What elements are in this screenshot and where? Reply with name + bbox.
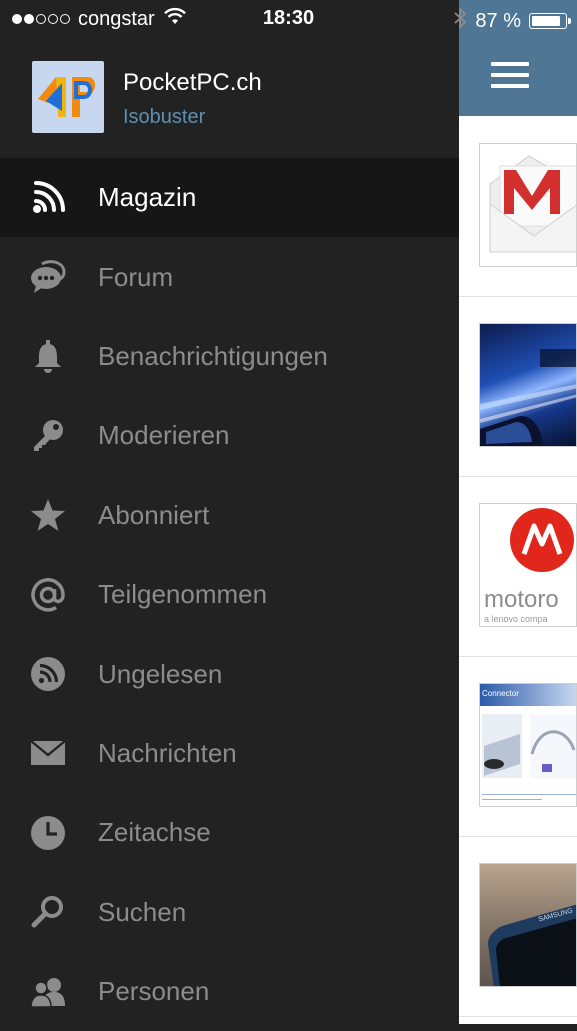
menu-item-label: Moderieren (98, 420, 230, 451)
site-logo (32, 61, 104, 133)
battery-percent: 87 % (475, 9, 521, 32)
article-item[interactable] (459, 296, 577, 477)
menu-item-ungelesen[interactable]: Ungelesen (0, 634, 459, 713)
menu-item-label: Personen (98, 976, 210, 1007)
status-bar: congstar 18:30 87 % (0, 0, 577, 40)
menu-item-label: Teilgenommen (98, 579, 268, 610)
menu-item-forum[interactable]: Forum (0, 237, 459, 316)
navigation-drawer: PocketPC.ch Isobuster Magazin Forum Bena… (0, 0, 459, 1024)
menu-item-label: Nachrichten (98, 737, 237, 768)
drawer-menu: Magazin Forum Benachrichtigungen Moderie… (0, 158, 459, 1031)
menu-item-label: Ungelesen (98, 658, 223, 689)
profile-header[interactable]: PocketPC.ch Isobuster (0, 40, 459, 158)
samsung-phone-thumbnail: SAMSUNG (479, 863, 577, 987)
star-icon (28, 495, 68, 535)
site-name: PocketPC.ch (123, 69, 262, 96)
clock-icon (28, 813, 68, 853)
menu-item-benachrichtigungen[interactable]: Benachrichtigungen (0, 317, 459, 396)
key-icon (28, 416, 68, 456)
battery-icon (529, 13, 571, 29)
motorola-logo-thumbnail: motoro a lenovo compa (479, 503, 577, 627)
menu-item-moderieren[interactable]: Moderieren (0, 396, 459, 475)
user-name: Isobuster (123, 106, 206, 128)
main-content-peek: motoro a lenovo compa Connector SAMSUNG (459, 0, 577, 1024)
bell-icon (28, 336, 68, 376)
hamburger-menu-icon[interactable] (491, 62, 529, 88)
menu-item-label: Zeitachse (98, 817, 211, 848)
menu-item-zeitachse[interactable]: Zeitachse (0, 793, 459, 872)
menu-item-label: Forum (98, 261, 174, 292)
menu-item-label: Magazin (98, 182, 197, 213)
at-sign-icon (28, 575, 68, 615)
connector-screenshot-thumbnail: Connector (479, 683, 577, 807)
menu-item-label: Suchen (98, 896, 187, 927)
menu-item-magazin[interactable]: Magazin (0, 158, 459, 238)
lenovo-tagline: a lenovo compa (484, 614, 548, 624)
menu-item-teilgenommen[interactable]: Teilgenommen (0, 555, 459, 634)
search-icon (28, 892, 68, 932)
article-item[interactable]: Connector (459, 656, 577, 837)
article-item[interactable] (459, 116, 577, 297)
menu-item-personen[interactable]: Personen (0, 952, 459, 1031)
rss-circle-icon (28, 654, 68, 694)
article-item[interactable]: motoro a lenovo compa (459, 476, 577, 657)
menu-item-label: Abonniert (98, 499, 210, 530)
menu-item-suchen[interactable]: Suchen (0, 873, 459, 952)
menu-item-label: Benachrichtigungen (98, 340, 328, 371)
menu-item-abonniert[interactable]: Abonniert (0, 476, 459, 555)
chat-bubbles-icon (28, 257, 68, 297)
rss-icon (28, 178, 68, 218)
envelope-icon (28, 733, 68, 773)
car-night-photo-thumbnail (479, 323, 577, 447)
motorola-wordmark: motoro (484, 586, 559, 613)
menu-item-nachrichten[interactable]: Nachrichten (0, 714, 459, 793)
people-icon (28, 972, 68, 1012)
gmail-logo-thumbnail (479, 143, 577, 267)
article-item[interactable]: SAMSUNG (459, 836, 577, 1017)
bluetooth-icon (453, 6, 467, 35)
